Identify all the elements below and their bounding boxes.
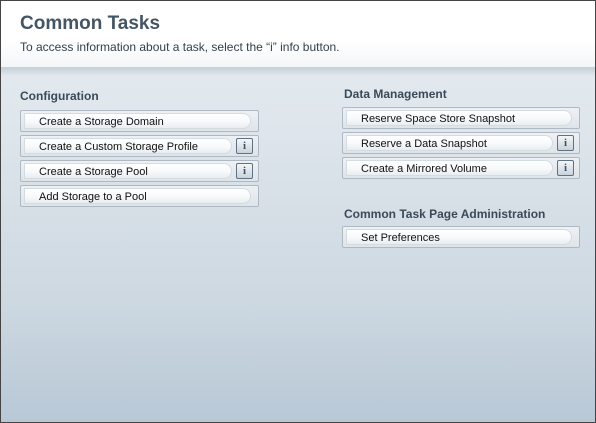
task-create-storage-domain[interactable]: Create a Storage Domain <box>20 110 259 132</box>
task-label[interactable]: Create a Custom Storage Profile <box>24 138 232 154</box>
info-icon[interactable]: i <box>236 163 253 179</box>
task-label[interactable]: Create a Mirrored Volume <box>346 160 553 176</box>
page-title: Common Tasks <box>20 13 161 34</box>
task-create-storage-pool[interactable]: Create a Storage Pool i <box>20 160 259 182</box>
common-tasks-panel: Common Tasks To access information about… <box>0 0 596 423</box>
info-icon[interactable]: i <box>236 138 253 154</box>
task-reserve-data-snapshot[interactable]: Reserve a Data Snapshot i <box>342 132 580 154</box>
info-icon[interactable]: i <box>557 160 574 176</box>
section-title-configuration: Configuration <box>20 89 99 103</box>
section-title-data-management: Data Management <box>344 87 447 101</box>
task-label[interactable]: Create a Storage Pool <box>24 163 232 179</box>
task-label[interactable]: Reserve a Data Snapshot <box>346 135 553 151</box>
section-title-administration: Common Task Page Administration <box>344 207 546 221</box>
page-subtitle: To access information about a task, sele… <box>20 40 340 54</box>
header-shadow <box>1 68 595 76</box>
task-label[interactable]: Set Preferences <box>346 229 572 245</box>
task-label[interactable]: Reserve Space Store Snapshot <box>346 110 572 126</box>
info-icon[interactable]: i <box>557 135 574 151</box>
task-add-storage-to-pool[interactable]: Add Storage to a Pool <box>20 185 259 207</box>
header: Common Tasks To access information about… <box>1 1 595 68</box>
task-set-preferences[interactable]: Set Preferences <box>342 226 580 248</box>
task-label[interactable]: Add Storage to a Pool <box>24 188 251 204</box>
task-label[interactable]: Create a Storage Domain <box>24 113 251 129</box>
task-reserve-space-store-snapshot[interactable]: Reserve Space Store Snapshot <box>342 107 580 129</box>
task-create-mirrored-volume[interactable]: Create a Mirrored Volume i <box>342 157 580 179</box>
task-create-custom-storage-profile[interactable]: Create a Custom Storage Profile i <box>20 135 259 157</box>
